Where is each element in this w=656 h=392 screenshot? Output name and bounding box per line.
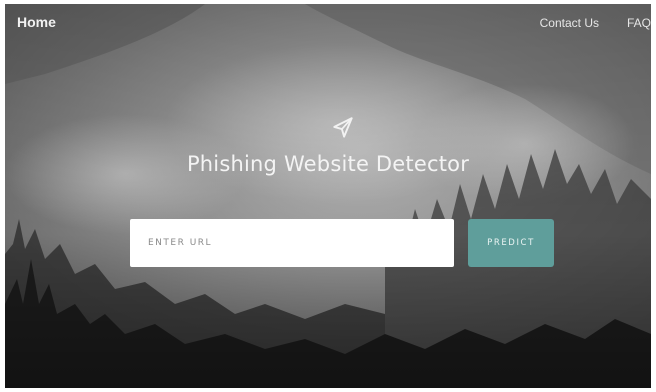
- predict-button[interactable]: PREDICT: [468, 219, 554, 267]
- nav-home-link[interactable]: Home: [17, 14, 56, 30]
- page-title: Phishing Website Detector: [186, 152, 470, 176]
- page: Home Contact Us FAQ Phishing Website Det…: [5, 4, 651, 388]
- nav-faq-link[interactable]: FAQ: [627, 16, 651, 30]
- background-image: [5, 4, 651, 388]
- paper-plane-icon: [333, 117, 353, 138]
- nav-links: Contact Us FAQ: [540, 16, 651, 30]
- nav-contact-link[interactable]: Contact Us: [540, 16, 599, 30]
- url-input[interactable]: [130, 219, 454, 267]
